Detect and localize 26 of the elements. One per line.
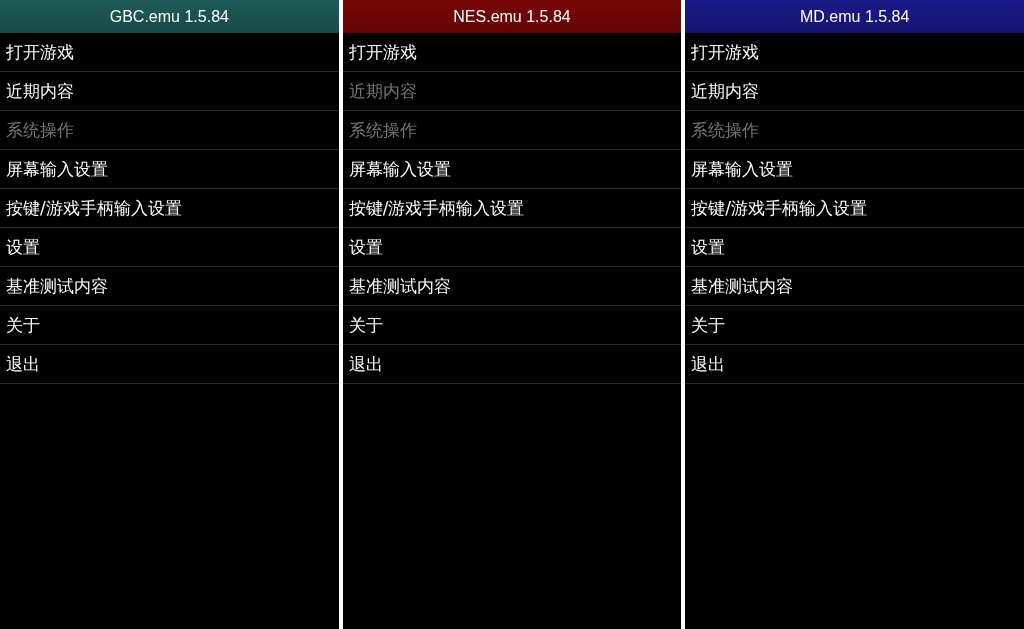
menu-item[interactable]: 打开游戏 [685,33,1024,72]
menu-item[interactable]: 退出 [685,345,1024,384]
menu-item[interactable]: 近期内容 [0,72,339,111]
menu-item[interactable]: 退出 [0,345,339,384]
menu-item[interactable]: 打开游戏 [342,33,682,72]
menu-item[interactable]: 按键/游戏手柄输入设置 [685,189,1024,228]
app-title: NES.emu 1.5.84 [453,7,571,26]
menu-item[interactable]: 基准测试内容 [685,267,1024,306]
menu-item[interactable]: 设置 [685,228,1024,267]
menu-item[interactable]: 屏幕输入设置 [342,150,682,189]
menu-item[interactable]: 关于 [685,306,1024,345]
app-title: GBC.emu 1.5.84 [109,7,229,26]
menu-item[interactable]: 退出 [342,345,682,384]
menu-item[interactable]: 打开游戏 [0,33,339,72]
menu-item[interactable]: 按键/游戏手柄输入设置 [342,189,682,228]
menu-item[interactable]: 屏幕输入设置 [685,150,1024,189]
menu-item[interactable]: 设置 [0,228,339,267]
menu-item[interactable]: 设置 [342,228,682,267]
menu-item[interactable]: 屏幕输入设置 [0,150,339,189]
menu-item[interactable]: 近期内容 [685,72,1024,111]
menu-item[interactable]: 关于 [0,306,339,345]
menu-item[interactable]: 基准测试内容 [0,267,339,306]
app-title: MD.emu 1.5.84 [800,7,910,26]
menu-item[interactable]: 关于 [342,306,682,345]
menu-item[interactable]: 按键/游戏手柄输入设置 [0,189,339,228]
menu-item[interactable]: 基准测试内容 [342,267,682,306]
